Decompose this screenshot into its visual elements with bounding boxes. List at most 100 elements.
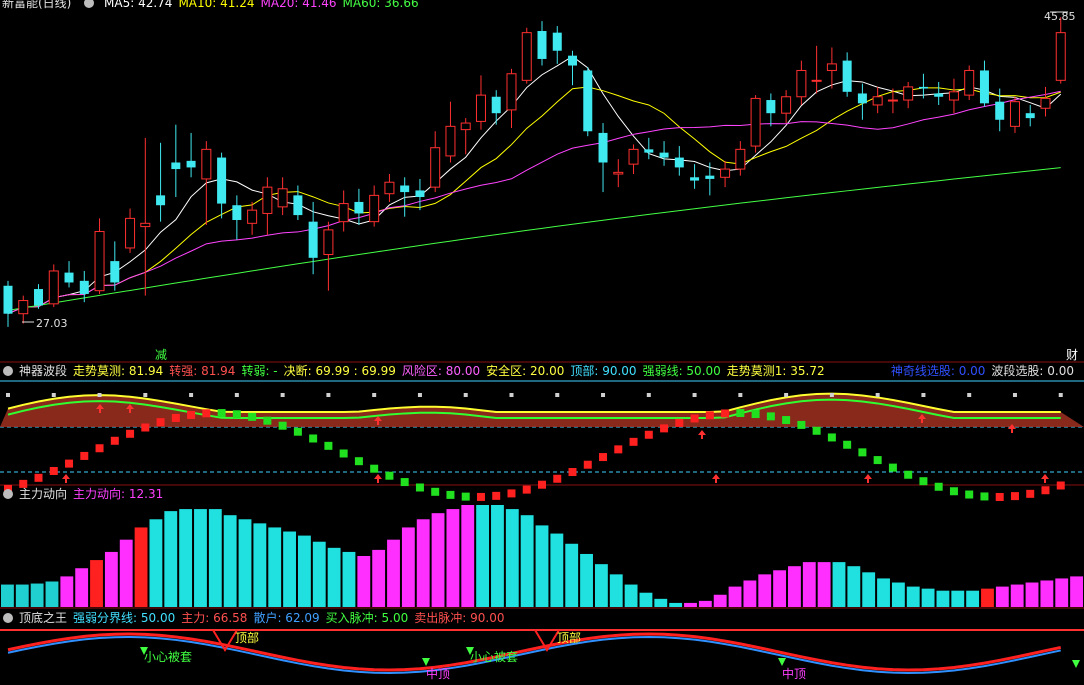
candle-body [3,285,13,314]
panel-value: 走势莫测1: 35.72 [726,364,825,378]
panel-title: 主力动向 [19,487,68,501]
panel-header-zhuli: 主力动向 主力动向: 12.31 [0,486,1084,502]
stock-title: 新富能(日线) [2,0,72,10]
main-force-bar [60,576,74,607]
main-force-bar [461,505,475,607]
wave-block [324,441,333,450]
main-force-bar [788,566,801,607]
candle-body [690,177,700,181]
low-label: 27.03 [36,317,68,330]
dot-marker [234,393,239,397]
panel-value: 走势莫测: 81.94 [73,364,164,378]
dot-marker [784,393,789,397]
wave-block [904,470,913,479]
ma10-line [7,86,1061,315]
dot-marker [326,393,331,397]
wave-block [80,451,89,460]
candle-body [338,203,349,223]
wave-block [171,413,180,422]
wave-block [766,412,775,421]
main-force-bar [372,549,386,607]
wave-block [309,434,318,443]
panel-title: 顶底之王 [19,611,68,625]
main-force-bar [535,525,549,607]
main-force-bar [936,590,950,607]
dot-marker [463,393,468,397]
main-force-bar [877,578,890,607]
candle-body [48,270,59,305]
gear-icon[interactable] [84,0,95,8]
wave-block [629,437,638,446]
wave-block [690,414,699,423]
main-force-bar [208,509,222,607]
main-force-bar [75,568,89,607]
gear-icon[interactable] [3,489,13,499]
arrow-up-icon [698,430,706,439]
main-force-bar [624,584,638,607]
main-force-bar [817,562,831,607]
main-force-bar [401,527,415,607]
dot-marker [692,393,697,397]
panel-value: 波段选股: 0.00 [991,364,1074,378]
arrow-up-icon [864,474,872,483]
wave-block [141,423,150,432]
arrow-up-icon [1041,474,1049,483]
candle-body [354,201,364,214]
gear-icon[interactable] [3,613,13,623]
panel-value: 转强: 81.94 [169,364,236,378]
main-force-bar [951,590,965,607]
main-force-bar [684,602,697,607]
candle-body [766,100,776,114]
wave-block [721,409,730,418]
gear-icon[interactable] [3,366,13,376]
wave-block [660,424,669,433]
candle-body [323,229,334,256]
main-force-bar [15,584,29,607]
main-force-bar [327,547,341,607]
main-force-bar [713,594,727,607]
candle-body [811,79,822,82]
panel-right-values: 神奇线选股: 0.00 波段选股: 0.00 [891,363,1080,379]
main-force-bar [134,527,148,607]
main-force-bar [1025,582,1039,607]
candle-body [674,157,684,168]
dot-marker [51,393,56,397]
candle-body [506,73,517,111]
main-header: 新富能(日线) MA5: 42.74 MA10: 41.24 MA20: 41.46… [0,0,431,11]
candle-body [918,86,928,89]
main-force-bar [995,586,1009,607]
candle-body [400,185,410,193]
main-force-bar [149,519,163,607]
main-force-bar [119,539,133,607]
dot-marker [189,393,194,397]
candle-body [262,186,273,214]
candle-body [140,222,151,228]
panel-value: 神奇线选股: 0.00 [890,364,986,378]
candle-body [460,122,471,131]
main-force-bar [520,515,534,607]
main-force-bar [1010,584,1024,607]
main-force-bar [580,553,593,607]
main-force-bar [476,505,490,607]
candle-body [781,96,792,114]
candle-body [491,96,501,114]
candle-body [750,97,761,147]
candle-body [628,148,639,165]
dot-marker [143,393,148,397]
main-force-bar [90,560,103,607]
candle-body [857,93,867,104]
dot-marker [280,393,285,397]
mark-left: 减 [155,348,167,362]
mark-right: 财 [1066,348,1078,362]
wave-block [217,409,226,418]
wave-block [187,410,196,419]
main-force-bar [505,509,519,607]
ma60-line [7,167,1061,311]
arrow-down-icon [778,658,786,666]
panel-value: 买入脉冲: 5.00 [325,611,409,625]
candle-body [125,217,136,249]
wave-block [370,464,379,473]
candle-body [964,69,975,96]
candle-body [247,209,258,224]
candle-body [903,86,914,101]
